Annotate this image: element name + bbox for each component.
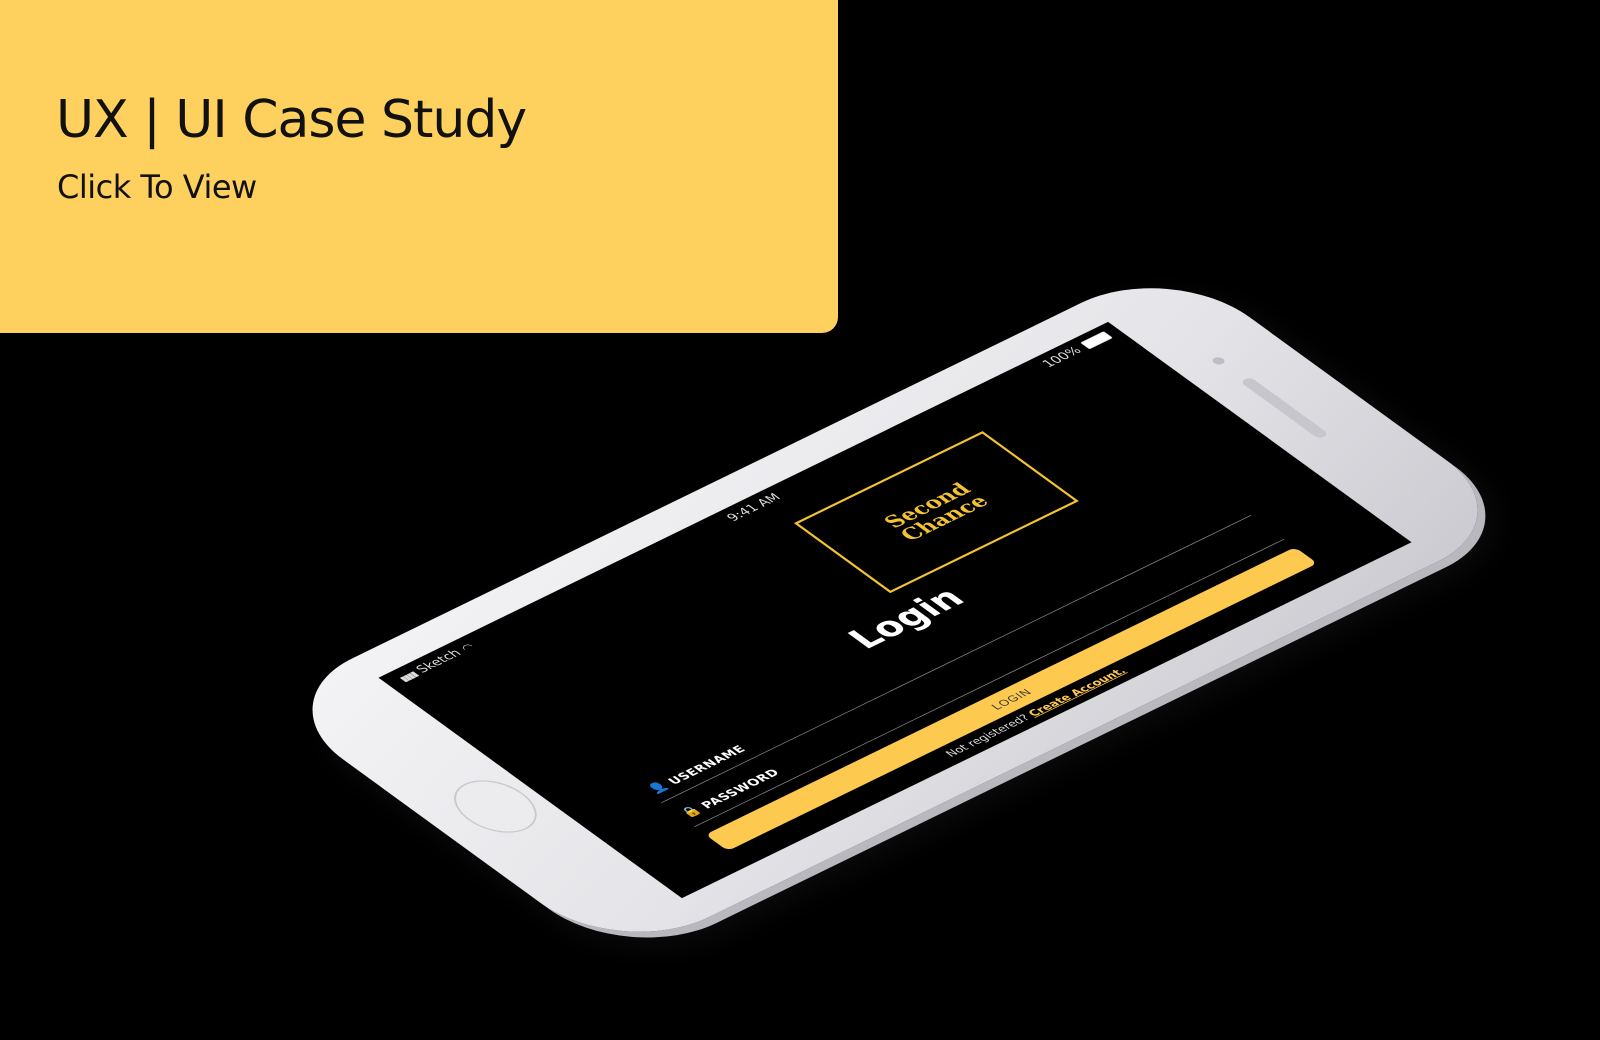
phone-mockup: ▮▮▮▮Sketch◠ 9:41 AM 100% Second Chance L… [263, 259, 1527, 961]
login-button[interactable]: LOGIN [705, 547, 1318, 851]
signup-row: Not registered? Create Account. [666, 531, 1406, 895]
lock-icon: 🔒 [677, 803, 705, 820]
click-to-view-link[interactable]: Click To View [57, 168, 257, 206]
card-title: UX | UI Case Study [56, 90, 527, 150]
case-study-card[interactable]: UX | UI Case Study Click To View [0, 0, 838, 333]
user-icon: 👤 [644, 779, 672, 796]
